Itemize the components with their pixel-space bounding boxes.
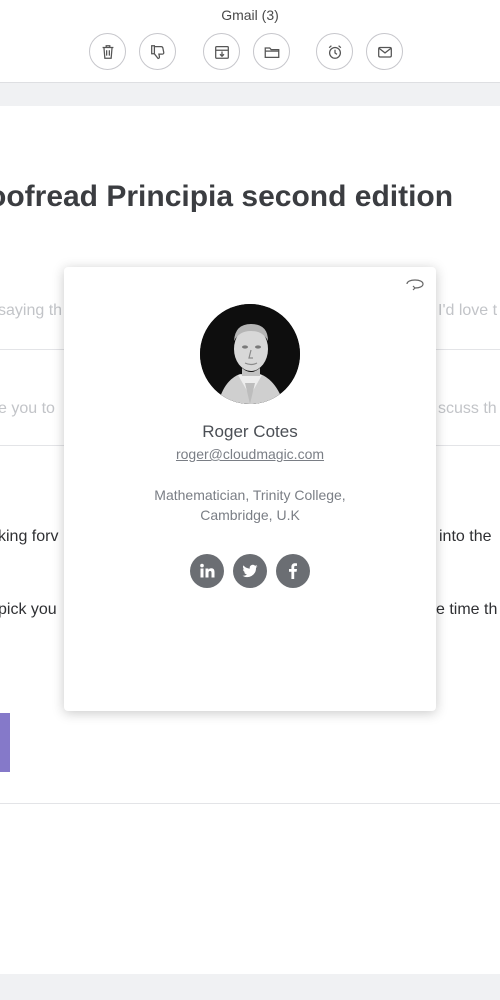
preview-text: e you to	[0, 400, 55, 417]
spam-button[interactable]	[139, 33, 176, 70]
portrait-image	[200, 304, 300, 404]
facebook-icon	[289, 563, 297, 579]
folder-icon	[264, 46, 279, 58]
preview-text: scuss th	[438, 400, 497, 417]
contact-card: Roger Cotes roger@cloudmagic.com Mathema…	[64, 267, 436, 711]
envelope-icon	[377, 46, 392, 58]
top-toolbar: Gmail (3)	[0, 0, 500, 83]
job-line: Cambridge, U.K	[200, 507, 300, 523]
move-to-folder-button[interactable]	[253, 33, 290, 70]
email-body-text: e time th	[436, 601, 498, 618]
contact-email-link[interactable]: roger@cloudmagic.com	[64, 446, 436, 462]
email-body-text: pick you	[0, 601, 57, 618]
mailbox-title: Gmail (3)	[221, 7, 279, 23]
linkedin-button[interactable]	[190, 554, 224, 588]
linkedin-icon	[200, 563, 215, 578]
delete-button[interactable]	[89, 33, 126, 70]
undock-icon[interactable]	[404, 277, 426, 291]
archive-icon	[214, 45, 229, 59]
snooze-button[interactable]	[316, 33, 353, 70]
email-body-text: king forv	[0, 528, 59, 545]
email-body-text: into the	[439, 528, 492, 545]
action-button[interactable]	[0, 713, 10, 772]
job-line: Mathematician, Trinity College,	[154, 487, 346, 503]
archive-button[interactable]	[203, 33, 240, 70]
alarm-clock-icon	[328, 44, 341, 59]
thumbs-down-icon	[150, 44, 164, 59]
social-links	[64, 554, 436, 588]
trash-icon	[102, 44, 113, 59]
preview-text: saying th	[0, 302, 63, 319]
facebook-button[interactable]	[276, 554, 310, 588]
preview-text: I'd love t	[438, 302, 498, 319]
mark-unread-button[interactable]	[366, 33, 403, 70]
contact-job-title: Mathematician, Trinity College, Cambridg…	[64, 485, 436, 525]
twitter-icon	[242, 564, 258, 578]
twitter-button[interactable]	[233, 554, 267, 588]
avatar	[200, 304, 300, 404]
contact-name: Roger Cotes	[202, 422, 298, 441]
divider	[0, 803, 500, 804]
email-subject: oofread Principia second edition	[0, 180, 454, 213]
